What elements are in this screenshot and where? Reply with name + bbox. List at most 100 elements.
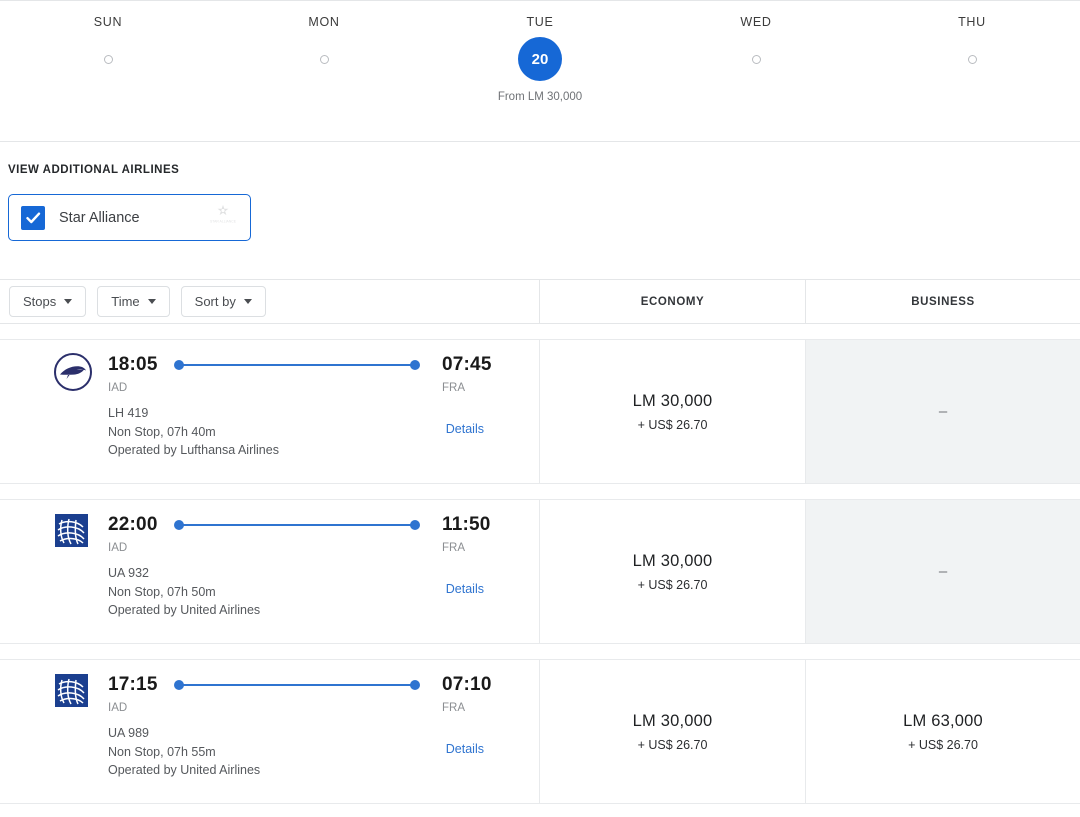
details-link[interactable]: Details (446, 742, 484, 756)
economy-fare-cell[interactable]: LM 30,000 + US$ 26.70 (540, 340, 806, 483)
departure-airport-code: IAD (108, 542, 128, 554)
economy-fare-tax: + US$ 26.70 (637, 577, 708, 592)
airport-codes: IAD FRA (108, 702, 508, 714)
star-alliance-checkbox[interactable] (21, 205, 45, 230)
date-days-row: SUN MON TUE 20 From LM 30,000 WED THU (0, 1, 1080, 103)
table-row[interactable]: 22:00 11:50 IAD FRA UA 932 Non Stop, 07h… (0, 499, 1080, 644)
business-fare-cell[interactable]: LM 63,000 + US$ 26.70 (806, 660, 1080, 803)
arrival-airport-code: FRA (442, 702, 465, 714)
arrival-time: 07:10 (442, 674, 492, 695)
path-dot-destination (410, 680, 420, 690)
flight-results-table: Stops Time Sort by ECONOMY BUSINESS 18:0… (0, 279, 1080, 804)
departure-airport-code: IAD (108, 702, 128, 714)
arrival-time: 07:45 (442, 354, 492, 375)
business-fare-unavailable: – (938, 563, 948, 580)
star-alliance-logo: STAR ALLIANCE (210, 202, 237, 233)
day-marker[interactable] (103, 29, 113, 89)
day-dot-icon (751, 54, 761, 64)
arrival-airport-code: FRA (442, 382, 465, 394)
details-link[interactable]: Details (446, 422, 484, 436)
day-column-thu[interactable]: THU (864, 15, 1080, 103)
economy-fare-cell[interactable]: LM 30,000 + US$ 26.70 (540, 500, 806, 643)
stops-filter-label: Stops (23, 294, 57, 309)
day-column-tue-selected[interactable]: TUE 20 From LM 30,000 (432, 15, 648, 103)
business-fare-unavailable: – (938, 403, 948, 420)
airport-codes: IAD FRA (108, 382, 508, 394)
economy-fare-miles: LM 30,000 (632, 711, 713, 730)
selected-date-badge[interactable]: 20 (518, 37, 562, 81)
path-line (178, 364, 416, 366)
svg-text:STAR ALLIANCE: STAR ALLIANCE (210, 219, 236, 223)
economy-fare-tax: + US$ 26.70 (637, 737, 708, 752)
flight-path-graphic (174, 679, 420, 691)
path-dot-origin (174, 680, 184, 690)
economy-fare-cell[interactable]: LM 30,000 + US$ 26.70 (540, 660, 806, 803)
details-link[interactable]: Details (446, 582, 484, 596)
table-row[interactable]: 18:05 07:45 IAD FRA LH 419 Non Stop, 07h… (0, 339, 1080, 484)
business-fare-cell: – (806, 500, 1080, 643)
flight-duration: Non Stop, 07h 55m (108, 744, 216, 759)
day-column-mon[interactable]: MON (216, 15, 432, 103)
economy-fare-miles: LM 30,000 (632, 551, 713, 570)
departure-airport-code: IAD (108, 382, 128, 394)
operated-by: Operated by United Airlines (108, 603, 261, 617)
column-header-economy: ECONOMY (540, 280, 806, 323)
operated-by: Operated by Lufthansa Airlines (108, 443, 279, 457)
filters-toolbar: Stops Time Sort by (0, 280, 540, 323)
flight-times: 18:05 07:45 (108, 354, 508, 376)
flight-meta: LH 419 Non Stop, 07h 40m Operated by Luf… (108, 404, 279, 460)
path-dot-destination (410, 520, 420, 530)
lufthansa-logo (53, 352, 93, 392)
flight-info-cell: 18:05 07:45 IAD FRA LH 419 Non Stop, 07h… (0, 340, 540, 483)
business-fare-miles: LM 63,000 (903, 711, 983, 730)
united-logo (53, 512, 93, 552)
path-line (178, 684, 416, 686)
flight-number: LH 419 (108, 406, 149, 420)
economy-fare-miles: LM 30,000 (632, 391, 713, 410)
path-dot-origin (174, 520, 184, 530)
additional-airlines-section: VIEW ADDITIONAL AIRLINES Star Alliance S… (0, 142, 1080, 241)
day-label: MON (308, 15, 340, 29)
arrival-time: 11:50 (442, 514, 491, 535)
departure-time: 18:05 (108, 354, 158, 375)
chevron-down-icon (64, 299, 73, 304)
day-marker[interactable]: 20 (518, 29, 562, 89)
section-title: VIEW ADDITIONAL AIRLINES (8, 164, 180, 176)
date-selector-strip: SUN MON TUE 20 From LM 30,000 WED THU (0, 0, 1080, 142)
day-column-sun[interactable]: SUN (0, 15, 216, 103)
business-fare-cell: – (806, 340, 1080, 483)
flight-duration: Non Stop, 07h 50m (108, 584, 216, 599)
airport-codes: IAD FRA (108, 542, 508, 554)
departure-time: 17:15 (108, 674, 158, 695)
star-alliance-filter[interactable]: Star Alliance STAR ALLIANCE (8, 194, 251, 241)
stops-filter-button[interactable]: Stops (9, 286, 87, 317)
united-logo (53, 672, 93, 712)
chevron-down-icon (243, 299, 252, 304)
table-row[interactable]: 17:15 07:10 IAD FRA UA 989 Non Stop, 07h… (0, 659, 1080, 804)
day-marker[interactable] (751, 29, 761, 89)
day-dot-icon (103, 54, 113, 64)
flight-times: 17:15 07:10 (108, 674, 508, 696)
day-marker[interactable] (967, 29, 977, 89)
flight-info-cell: 22:00 11:50 IAD FRA UA 932 Non Stop, 07h… (0, 500, 540, 643)
time-filter-button[interactable]: Time (97, 286, 170, 317)
flight-duration: Non Stop, 07h 40m (108, 424, 216, 439)
day-marker[interactable] (319, 29, 329, 89)
results-header-row: Stops Time Sort by ECONOMY BUSINESS (0, 279, 1080, 324)
day-dot-icon (319, 54, 329, 64)
path-dot-destination (410, 360, 420, 370)
day-label: THU (958, 15, 986, 29)
business-fare-tax: + US$ 26.70 (908, 737, 978, 752)
sort-by-button[interactable]: Sort by (180, 286, 266, 317)
flight-number: UA 932 (108, 566, 150, 580)
sort-by-label: Sort by (194, 294, 236, 309)
arrival-airport-code: FRA (442, 542, 465, 554)
star-alliance-label: Star Alliance (59, 209, 140, 226)
economy-fare-tax: + US$ 26.70 (637, 417, 708, 432)
day-column-wed[interactable]: WED (648, 15, 864, 103)
check-icon (25, 212, 40, 223)
flight-info-cell: 17:15 07:10 IAD FRA UA 989 Non Stop, 07h… (0, 660, 540, 803)
flight-number: UA 989 (108, 726, 150, 740)
day-label: WED (740, 15, 772, 29)
path-line (178, 524, 416, 526)
